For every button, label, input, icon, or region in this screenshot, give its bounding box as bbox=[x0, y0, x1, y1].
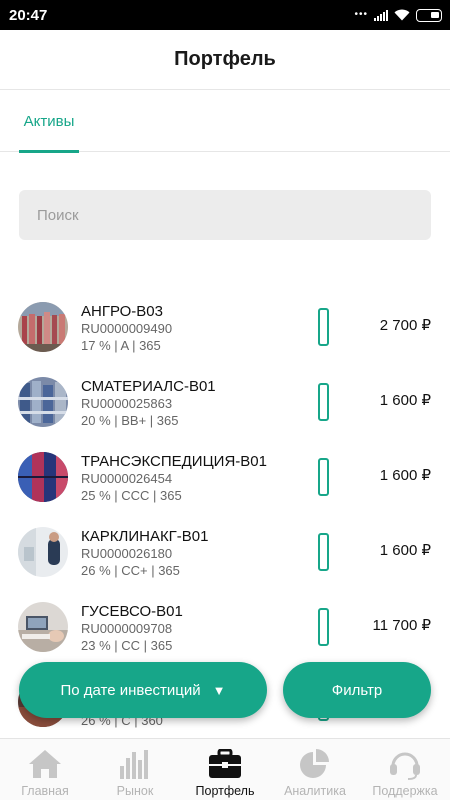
asset-rate-rating-term: 25 % | CCC | 365 bbox=[81, 488, 182, 503]
nav-item-support[interactable]: Поддержка bbox=[360, 739, 450, 800]
asset-isin: RU0000009708 bbox=[81, 621, 173, 636]
bottom-nav: Главная Рынок Портфель Аналитика Поддерж… bbox=[0, 738, 450, 800]
asset-name: ТРАНСЭКСПЕДИЦИЯ-В01 bbox=[81, 453, 267, 470]
asset-price: 1 600 ₽ bbox=[379, 542, 431, 559]
nav-label: Аналитика bbox=[284, 784, 346, 798]
asset-avatar-image bbox=[18, 527, 68, 577]
status-time: 20:47 bbox=[9, 7, 48, 24]
asset-avatar-image bbox=[18, 302, 68, 352]
asset-row[interactable]: ТРАНСЭКСПЕДИЦИЯ-В01 RU0000026454 25 % | … bbox=[0, 438, 450, 513]
nav-label: Главная bbox=[21, 784, 69, 798]
asset-isin: RU0000025863 bbox=[81, 396, 173, 411]
caret-down-icon: ▼ bbox=[212, 682, 226, 698]
nav-label: Поддержка bbox=[372, 784, 438, 798]
briefcase-icon bbox=[180, 747, 270, 781]
filter-button[interactable]: Фильтр bbox=[283, 662, 431, 718]
nav-item-home[interactable]: Главная bbox=[0, 739, 90, 800]
tab-assets[interactable]: Активы bbox=[19, 90, 79, 153]
asset-price: 11 700 ₽ bbox=[372, 617, 431, 634]
asset-avatar-image bbox=[18, 452, 68, 502]
pie-chart-icon bbox=[270, 747, 360, 781]
nav-item-analytics[interactable]: Аналитика bbox=[270, 739, 360, 800]
asset-progress-bar bbox=[318, 308, 329, 346]
sort-by-date-button[interactable]: По дате инвестиций ▼ bbox=[19, 662, 267, 718]
asset-row[interactable]: АНГРО-В03 RU0000009490 17 % | A | 365 2 … bbox=[0, 288, 450, 363]
asset-isin: RU0000026180 bbox=[81, 546, 173, 561]
asset-name: КАРКЛИНАКГ-В01 bbox=[81, 528, 209, 545]
asset-avatar-image bbox=[18, 377, 68, 427]
asset-progress-bar bbox=[318, 458, 329, 496]
search-input[interactable] bbox=[19, 190, 431, 240]
asset-progress-bar bbox=[318, 533, 329, 571]
notification-dots-icon: ••• bbox=[354, 9, 368, 20]
nav-label: Портфель bbox=[195, 784, 255, 798]
app-header: Портфель bbox=[0, 30, 450, 90]
asset-name: АНГРО-В03 bbox=[81, 303, 163, 320]
nav-label: Рынок bbox=[116, 784, 154, 798]
tab-active-indicator bbox=[19, 150, 79, 153]
wifi-icon bbox=[394, 9, 410, 21]
asset-progress-bar bbox=[318, 608, 329, 646]
filter-button-label: Фильтр bbox=[331, 681, 383, 699]
asset-name: СМАТЕРИАЛС-В01 bbox=[81, 378, 216, 395]
home-icon bbox=[0, 747, 90, 781]
asset-row[interactable]: КАРКЛИНАКГ-В01 RU0000026180 26 % | CC+ |… bbox=[0, 513, 450, 588]
tab-bar: Активы bbox=[0, 90, 450, 153]
status-icons: ••• bbox=[354, 8, 442, 22]
asset-avatar-image bbox=[18, 602, 68, 652]
asset-isin: RU0000009490 bbox=[81, 321, 173, 336]
asset-price: 2 700 ₽ bbox=[379, 317, 431, 334]
battery-icon bbox=[416, 8, 442, 22]
market-chart-icon bbox=[90, 747, 180, 781]
asset-isin: RU0000026454 bbox=[81, 471, 173, 486]
asset-progress-bar bbox=[318, 383, 329, 421]
nav-item-market[interactable]: Рынок bbox=[90, 739, 180, 800]
tab-assets-label: Активы bbox=[23, 112, 75, 130]
asset-rate-rating-term: 23 % | CC | 365 bbox=[81, 638, 173, 653]
nav-item-portfolio[interactable]: Портфель bbox=[180, 739, 270, 800]
asset-row[interactable]: ГУСЕВСО-В01 RU0000009708 23 % | CC | 365… bbox=[0, 588, 450, 663]
status-bar: 20:47 ••• bbox=[0, 0, 450, 30]
signal-icon bbox=[374, 9, 388, 21]
asset-price: 1 600 ₽ bbox=[379, 467, 431, 484]
asset-row[interactable]: СМАТЕРИАЛС-В01 RU0000025863 20 % | BB+ |… bbox=[0, 363, 450, 438]
asset-rate-rating-term: 26 % | CC+ | 365 bbox=[81, 563, 180, 578]
page-title: Портфель bbox=[174, 48, 276, 70]
sort-button-label: По дате инвестиций bbox=[60, 681, 201, 699]
asset-rate-rating-term: 20 % | BB+ | 365 bbox=[81, 413, 179, 428]
asset-name: ГУСЕВСО-В01 bbox=[81, 603, 183, 620]
headset-icon bbox=[360, 747, 450, 781]
asset-rate-rating-term: 17 % | A | 365 bbox=[81, 338, 161, 353]
asset-price: 1 600 ₽ bbox=[379, 392, 431, 409]
